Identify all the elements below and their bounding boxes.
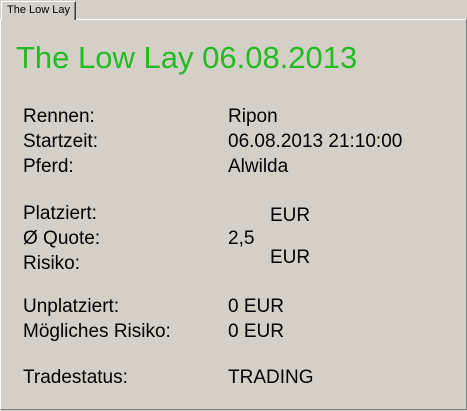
- platziert-value: EUR: [270, 205, 311, 226]
- tradestatus-value: TRADING: [228, 367, 314, 388]
- startzeit-label: Startzeit:: [23, 131, 98, 152]
- risiko-value: EUR: [270, 247, 311, 268]
- tab-the-low-lay[interactable]: The Low Lay: [1, 1, 76, 20]
- risiko-label: Risiko:: [23, 253, 81, 274]
- moegliches-risiko-value: 0 EUR: [228, 321, 284, 342]
- rennen-value: Ripon: [228, 106, 278, 127]
- startzeit-value: 06.08.2013 21:10:00: [228, 131, 403, 152]
- unplatziert-value: 0 EUR: [228, 296, 284, 317]
- quote-label: Ø Quote:: [23, 228, 101, 249]
- tradestatus-label: Tradestatus:: [23, 367, 128, 388]
- moegliches-risiko-label: Mögliches Risiko:: [23, 321, 171, 342]
- unplatziert-label: Unplatziert:: [23, 296, 120, 317]
- platziert-label: Platziert:: [23, 203, 97, 224]
- quote-value: 2,5: [228, 228, 255, 249]
- page-title: The Low Lay 06.08.2013: [16, 40, 358, 75]
- rennen-label: Rennen:: [23, 106, 95, 127]
- pferd-value: Alwilda: [228, 156, 289, 177]
- tab-strip: The Low Lay: [0, 0, 467, 20]
- pferd-label: Pferd:: [23, 156, 74, 177]
